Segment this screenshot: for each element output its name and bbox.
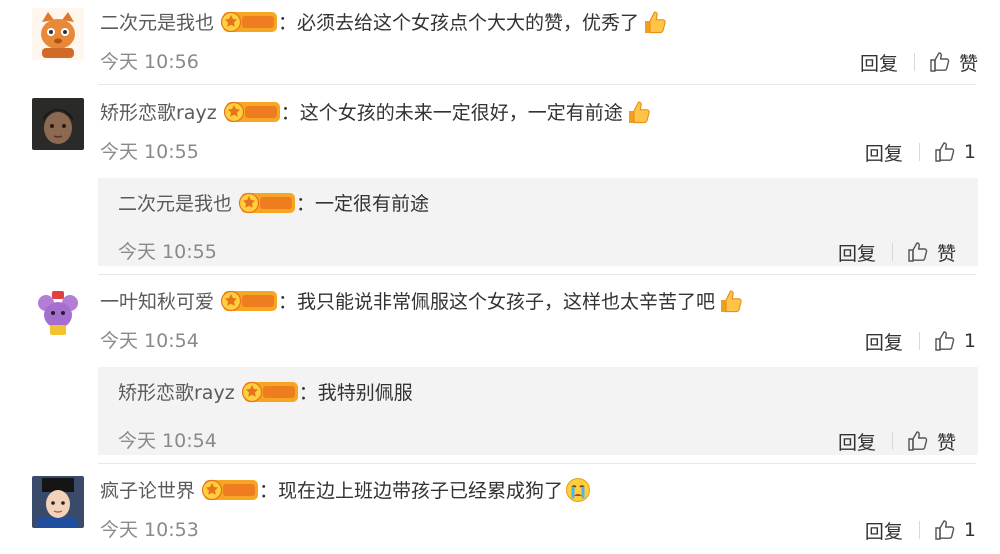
action-divider <box>891 432 893 450</box>
like-icon <box>907 241 929 263</box>
fan-badge-icon[interactable] <box>220 11 278 33</box>
like-count: 1 <box>963 330 976 352</box>
avatar[interactable] <box>32 476 84 528</box>
comment-1: 二次元是我也 ：必须去给这个女孩点个大大的赞，优秀了 今天 10:56 回复 赞 <box>0 8 1000 80</box>
fan-badge-icon[interactable] <box>220 290 278 312</box>
like-label: 赞 <box>936 242 956 265</box>
fan-badge-icon[interactable] <box>241 381 299 403</box>
like-count: 1 <box>963 519 976 541</box>
timestamp: 今天 10:55 <box>118 241 217 263</box>
fan-badge-icon[interactable] <box>223 101 281 123</box>
thumbs-up-emoji-icon <box>641 8 667 36</box>
thumbs-up-emoji-icon <box>625 98 651 126</box>
timestamp: 今天 10:56 <box>100 51 199 73</box>
comment-4: 疯子论世界 ：现在边上班边带孩子已经累成狗了 今天 10:53 回复 1 <box>0 476 1000 548</box>
like-button[interactable]: 赞 <box>929 49 978 76</box>
comment-text: 我只能说非常佩服这个女孩子，这样也太辛苦了吧 <box>297 291 716 313</box>
colon: ： <box>298 382 318 404</box>
like-label: 赞 <box>958 52 978 75</box>
like-button[interactable]: 赞 <box>907 428 956 455</box>
comment-3: 一叶知秋可爱 ：我只能说非常佩服这个女孩子，这样也太辛苦了吧 今天 10:54 回… <box>0 287 1000 359</box>
like-icon <box>934 141 956 163</box>
like-button[interactable]: 1 <box>934 141 976 163</box>
username[interactable]: 矫形恋歌rayz <box>118 382 235 404</box>
divider <box>98 274 976 275</box>
reply-button[interactable]: 回复 <box>838 428 876 455</box>
like-icon <box>934 519 956 541</box>
colon: ： <box>278 291 298 313</box>
colon: ： <box>280 102 300 124</box>
action-divider <box>918 521 920 539</box>
divider <box>98 463 976 464</box>
reply-button[interactable]: 回复 <box>865 139 903 166</box>
colon: ： <box>296 193 316 215</box>
comment-text: 现在边上班边带孩子已经累成狗了 <box>278 480 564 502</box>
reply-box: 二次元是我也 ：一定很有前途 今天 10:55 回复 赞 <box>98 178 978 266</box>
username[interactable]: 二次元是我也 <box>118 193 232 215</box>
avatar[interactable] <box>32 8 84 60</box>
like-button[interactable]: 1 <box>934 330 976 352</box>
like-label: 赞 <box>936 431 956 454</box>
like-button[interactable]: 赞 <box>907 239 956 266</box>
reply-button[interactable]: 回复 <box>865 517 903 544</box>
reply-text: 一定很有前途 <box>315 193 430 215</box>
username[interactable]: 二次元是我也 <box>100 12 214 34</box>
comment-text: 这个女孩的未来一定很好，一定有前途 <box>299 102 623 124</box>
reply-box: 矫形恋歌rayz ：我特别佩服 今天 10:54 回复 赞 <box>98 367 978 455</box>
reply-button[interactable]: 回复 <box>865 328 903 355</box>
username[interactable]: 一叶知秋可爱 <box>100 291 214 313</box>
colon: ： <box>278 12 298 34</box>
crying-emoji-icon <box>565 476 591 504</box>
thumbs-up-emoji-icon <box>717 287 743 315</box>
username[interactable]: 疯子论世界 <box>100 480 195 502</box>
reply-button[interactable]: 回复 <box>838 239 876 266</box>
timestamp: 今天 10:55 <box>100 141 199 163</box>
avatar[interactable] <box>32 98 84 150</box>
colon: ： <box>259 480 279 502</box>
timestamp: 今天 10:54 <box>118 430 217 452</box>
comment-text: 必须去给这个女孩点个大大的赞，优秀了 <box>297 12 640 34</box>
reply-text: 我特别佩服 <box>317 382 413 404</box>
divider <box>98 84 976 85</box>
reply-button[interactable]: 回复 <box>860 49 898 76</box>
action-divider <box>918 143 920 161</box>
action-divider <box>918 332 920 350</box>
comment-2: 矫形恋歌rayz ：这个女孩的未来一定很好，一定有前途 今天 10:55 回复 1 <box>0 98 1000 170</box>
avatar[interactable] <box>32 287 84 339</box>
like-icon <box>934 330 956 352</box>
like-button[interactable]: 1 <box>934 519 976 541</box>
like-icon <box>929 51 951 73</box>
timestamp: 今天 10:54 <box>100 330 199 352</box>
timestamp: 今天 10:53 <box>100 519 199 541</box>
fan-badge-icon[interactable] <box>238 192 296 214</box>
fan-badge-icon[interactable] <box>201 479 259 501</box>
action-divider <box>891 243 893 261</box>
like-icon <box>907 430 929 452</box>
like-count: 1 <box>963 141 976 163</box>
username[interactable]: 矫形恋歌rayz <box>100 102 217 124</box>
action-divider <box>913 53 915 71</box>
